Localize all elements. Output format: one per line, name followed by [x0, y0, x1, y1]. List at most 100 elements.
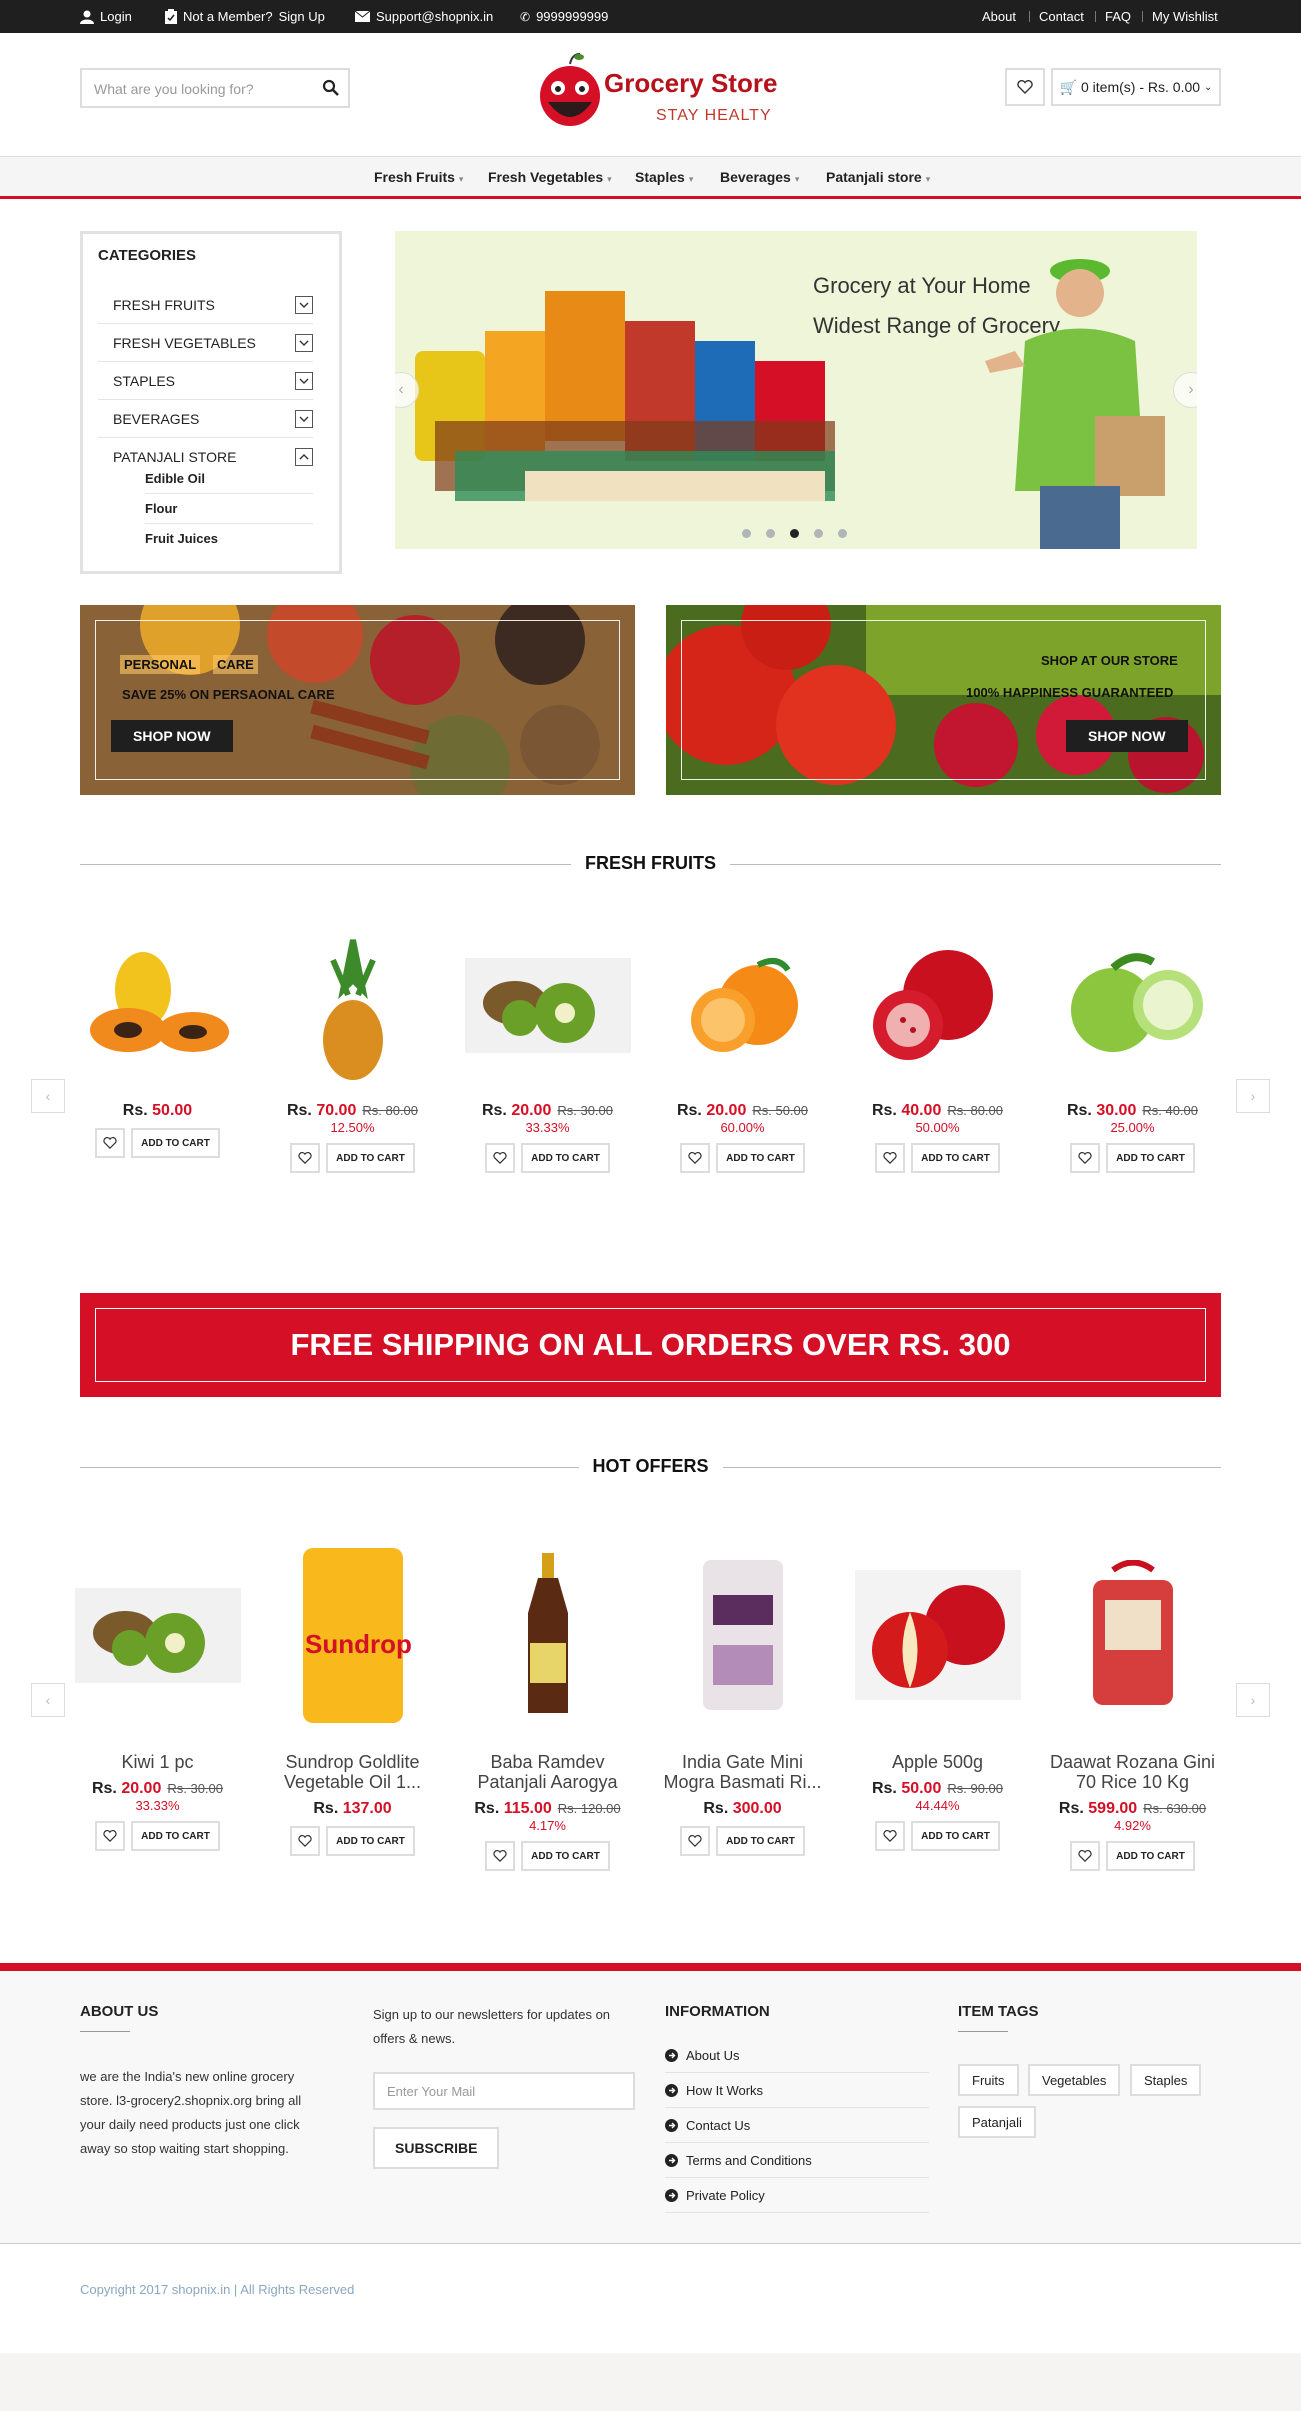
slider-dot[interactable] — [766, 529, 775, 538]
slider-dot[interactable] — [742, 529, 751, 538]
product-card[interactable]: India Gate Mini Mogra Basmati Ri... Rs. 3… — [655, 1540, 830, 1856]
wishlist-link[interactable]: My Wishlist — [1152, 9, 1218, 24]
product-image[interactable] — [655, 1540, 830, 1730]
slider-dot[interactable] — [838, 529, 847, 538]
subscribe-button[interactable]: SUBSCRIBE — [373, 2127, 500, 2169]
info-link[interactable]: How It Works — [665, 2073, 929, 2108]
product-name[interactable]: India Gate Mini Mogra Basmati Ri... — [655, 1752, 830, 1792]
nav-fresh-vegetables[interactable]: Fresh Vegetables ▾ — [488, 169, 612, 185]
product-image[interactable] — [70, 1540, 245, 1730]
search-input[interactable]: What are you looking for? — [80, 68, 350, 108]
product-card[interactable]: Daawat Rozana Gini 70 Rice 10 Kg Rs. 599.… — [1045, 1540, 1220, 1871]
add-to-cart-button[interactable]: ADD TO CART — [326, 1826, 415, 1856]
subcategory-flour[interactable]: Flour — [145, 501, 178, 516]
product-image[interactable] — [460, 1540, 635, 1730]
add-to-cart-button[interactable]: ADD TO CART — [326, 1143, 415, 1173]
add-to-wishlist-button[interactable] — [95, 1128, 126, 1158]
product-image[interactable] — [265, 939, 440, 1080]
category-fresh-fruits[interactable]: FRESH FRUITS — [98, 286, 313, 324]
shop-now-button[interactable]: SHOP NOW — [1066, 720, 1188, 752]
expand-icon[interactable] — [295, 334, 313, 352]
info-link[interactable]: Contact Us — [665, 2108, 929, 2143]
subcategory-edible-oil[interactable]: Edible Oil — [145, 471, 205, 486]
tag-staples[interactable]: Staples — [1130, 2064, 1202, 2096]
product-card[interactable]: Rs. 30.00 Rs. 40.00 25.00% ADD TO CART — [1045, 940, 1220, 1173]
shop-now-button[interactable]: SHOP NOW — [111, 720, 233, 752]
product-card[interactable]: Baba Ramdev Patanjali Aarogya Rs. 115.00 R… — [460, 1540, 635, 1871]
product-image[interactable] — [1045, 1540, 1220, 1730]
category-fresh-vegetables[interactable]: FRESH VEGETABLES — [98, 324, 313, 362]
product-image[interactable] — [70, 940, 245, 1070]
add-to-wishlist-button[interactable] — [485, 1143, 516, 1173]
product-image[interactable] — [460, 940, 635, 1070]
product-card[interactable]: Rs. 70.00 Rs. 80.00 12.50% ADD TO CART — [265, 939, 440, 1173]
offers-prev-button[interactable]: ‹ — [31, 1683, 65, 1717]
email-field[interactable]: Enter Your Mail — [373, 2072, 635, 2110]
hero-slider[interactable]: Grocery at Your Home Widest Range of Gro… — [395, 231, 1197, 549]
add-to-wishlist-button[interactable] — [680, 1826, 711, 1856]
product-image[interactable]: Sundrop — [265, 1540, 440, 1730]
fruits-next-button[interactable]: › — [1236, 1079, 1270, 1113]
product-name[interactable]: Apple 500g — [850, 1752, 1025, 1772]
category-beverages[interactable]: BEVERAGES — [98, 400, 313, 438]
fruits-prev-button[interactable]: ‹ — [31, 1079, 65, 1113]
add-to-cart-button[interactable]: ADD TO CART — [1106, 1143, 1195, 1173]
add-to-wishlist-button[interactable] — [1070, 1143, 1101, 1173]
category-staples[interactable]: STAPLES — [98, 362, 313, 400]
product-card[interactable]: Sundrop Sundrop Goldlite Vegetable Oil 1.… — [265, 1540, 440, 1856]
add-to-cart-button[interactable]: ADD TO CART — [1106, 1841, 1195, 1871]
offers-next-button[interactable]: › — [1236, 1683, 1270, 1717]
personal-care-banner[interactable]: PERSONAL CARE SAVE 25% ON PERSAONAL CARE… — [80, 605, 635, 795]
signup-link[interactable]: Not a Member? Sign Up — [165, 9, 325, 24]
add-to-wishlist-button[interactable] — [485, 1841, 516, 1871]
product-name[interactable]: Baba Ramdev Patanjali Aarogya — [460, 1752, 635, 1792]
info-link[interactable]: About Us — [665, 2038, 929, 2073]
product-image[interactable] — [850, 940, 1025, 1070]
product-image[interactable] — [1045, 940, 1220, 1070]
about-link[interactable]: About — [982, 9, 1016, 24]
faq-link[interactable]: FAQ — [1105, 9, 1131, 24]
add-to-cart-button[interactable]: ADD TO CART — [131, 1821, 220, 1851]
add-to-wishlist-button[interactable] — [875, 1821, 906, 1851]
subcategory-fruit-juices[interactable]: Fruit Juices — [145, 531, 218, 546]
wishlist-button[interactable] — [1005, 68, 1045, 106]
product-name[interactable]: Sundrop Goldlite Vegetable Oil 1... — [265, 1752, 440, 1792]
expand-icon[interactable] — [295, 372, 313, 390]
product-name[interactable]: Daawat Rozana Gini 70 Rice 10 Kg — [1045, 1752, 1220, 1792]
product-card[interactable]: Rs. 50.00 ADD TO CART — [70, 940, 245, 1158]
nav-beverages[interactable]: Beverages ▾ — [720, 169, 799, 185]
product-card[interactable]: Rs. 40.00 Rs. 80.00 50.00% ADD TO CART — [850, 940, 1025, 1173]
category-patanjali-store[interactable]: PATANJALI STORE — [98, 438, 313, 476]
nav-staples[interactable]: Staples ▾ — [635, 169, 693, 185]
add-to-cart-button[interactable]: ADD TO CART — [911, 1821, 1000, 1851]
support-email[interactable]: Support@shopnix.in — [355, 9, 493, 24]
product-card[interactable]: Apple 500g Rs. 50.00 Rs. 90.00 44.44% ADD TO… — [850, 1540, 1025, 1851]
cart-button[interactable]: 🛒 0 item(s) - Rs. 0.00 ⌄ — [1051, 68, 1221, 106]
expand-icon[interactable] — [295, 296, 313, 314]
slider-dot[interactable] — [814, 529, 823, 538]
add-to-cart-button[interactable]: ADD TO CART — [131, 1128, 220, 1158]
add-to-wishlist-button[interactable] — [290, 1826, 321, 1856]
slider-next-button[interactable]: › — [1173, 372, 1197, 408]
info-link[interactable]: Private Policy — [665, 2178, 929, 2213]
nav-fresh-fruits[interactable]: Fresh Fruits ▾ — [374, 169, 463, 185]
store-banner[interactable]: SHOP AT OUR STORE 100% HAPPINESS GUARANT… — [666, 605, 1221, 795]
product-card[interactable]: Rs. 20.00 Rs. 30.00 33.33% ADD TO CART — [460, 940, 635, 1173]
tag-patanjali[interactable]: Patanjali — [958, 2106, 1036, 2138]
contact-link[interactable]: Contact — [1039, 9, 1084, 24]
login-link[interactable]: Login — [80, 9, 132, 24]
product-image[interactable] — [655, 940, 830, 1070]
product-name[interactable]: Kiwi 1 pc — [70, 1752, 245, 1772]
add-to-wishlist-button[interactable] — [680, 1143, 711, 1173]
add-to-cart-button[interactable]: ADD TO CART — [716, 1826, 805, 1856]
add-to-wishlist-button[interactable] — [290, 1143, 321, 1173]
collapse-icon[interactable] — [295, 448, 313, 466]
product-card[interactable]: Rs. 20.00 Rs. 50.00 60.00% ADD TO CART — [655, 940, 830, 1173]
product-card[interactable]: Kiwi 1 pc Rs. 20.00 Rs. 30.00 33.33% ADD TO … — [70, 1540, 245, 1851]
info-link[interactable]: Terms and Conditions — [665, 2143, 929, 2178]
product-image[interactable] — [850, 1540, 1025, 1730]
add-to-wishlist-button[interactable] — [95, 1821, 126, 1851]
add-to-cart-button[interactable]: ADD TO CART — [911, 1143, 1000, 1173]
nav-patanjali-store[interactable]: Patanjali store ▾ — [826, 169, 930, 185]
expand-icon[interactable] — [295, 410, 313, 428]
